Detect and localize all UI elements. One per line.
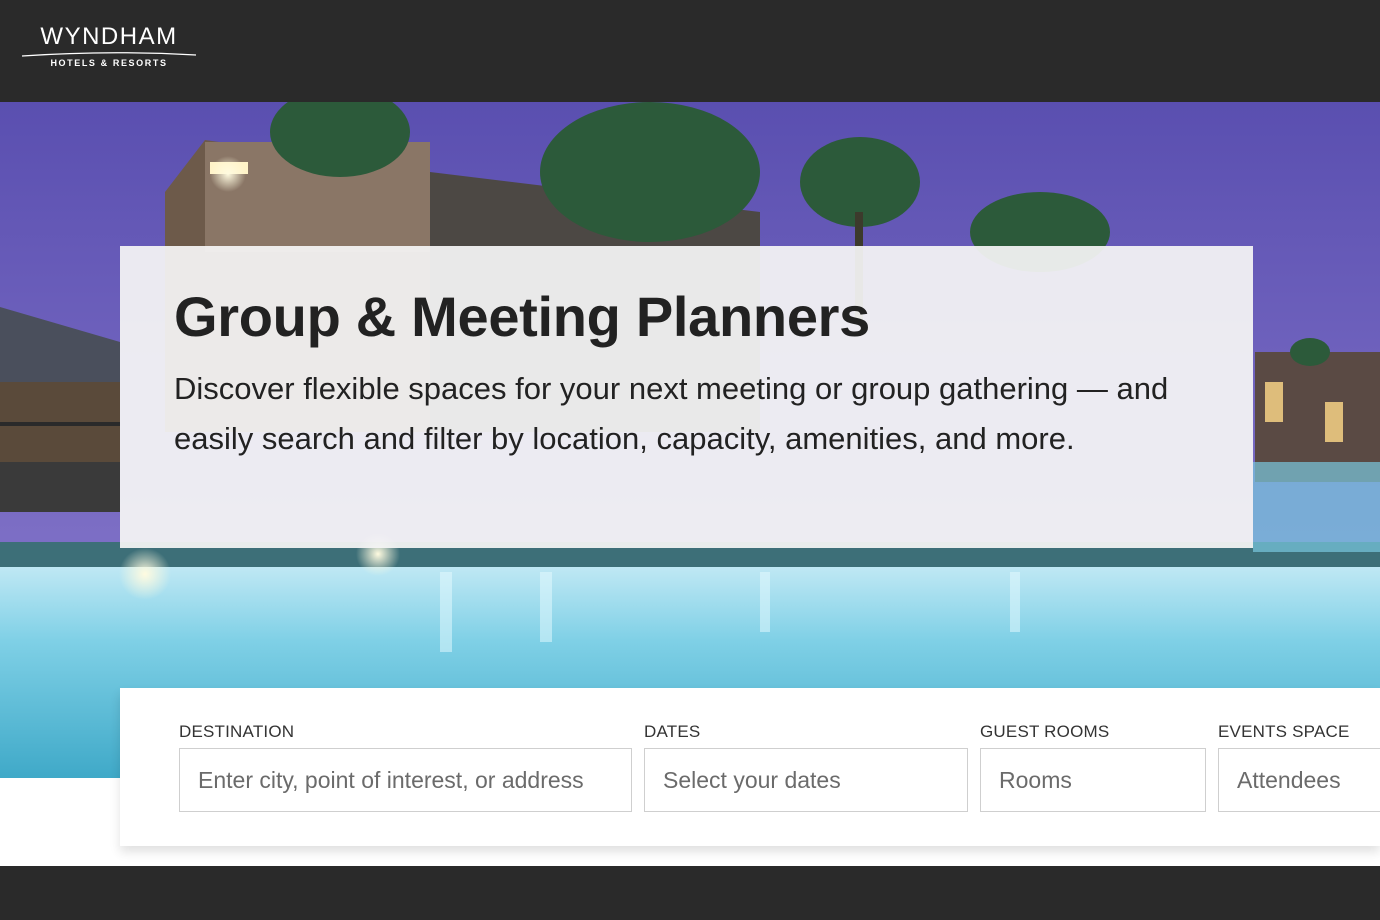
events-space-input[interactable] (1218, 748, 1380, 812)
site-header: WYNDHAM HOTELS & RESORTS (0, 0, 1380, 102)
logo-tagline: HOTELS & RESORTS (50, 58, 168, 68)
logo-swoosh-icon (21, 52, 197, 57)
page-title: Group & Meeting Planners (174, 285, 870, 348)
wyndham-logo[interactable]: WYNDHAM HOTELS & RESORTS (20, 24, 198, 74)
meeting-search-form: DESTINATION DATES GUEST ROOMS EVENTS SPA… (120, 688, 1380, 846)
dates-input[interactable] (644, 748, 968, 812)
destination-input[interactable] (179, 748, 632, 812)
guest-rooms-label: GUEST ROOMS (980, 722, 1110, 741)
hero-intro-card: Group & Meeting Planners Discover flexib… (120, 246, 1253, 548)
events-space-label: EVENTS SPACE (1218, 722, 1350, 741)
hero-banner: Group & Meeting Planners Discover flexib… (0, 102, 1380, 778)
logo-wordmark: WYNDHAM (40, 23, 178, 50)
guest-rooms-input[interactable] (980, 748, 1206, 812)
hero-description: Discover flexible spaces for your next m… (174, 371, 1169, 456)
page: WYNDHAM HOTELS & RESORTS Group & Meeting… (0, 0, 1380, 920)
dates-label: DATES (644, 722, 701, 741)
destination-label: DESTINATION (179, 722, 295, 741)
footer-bar (0, 866, 1380, 920)
